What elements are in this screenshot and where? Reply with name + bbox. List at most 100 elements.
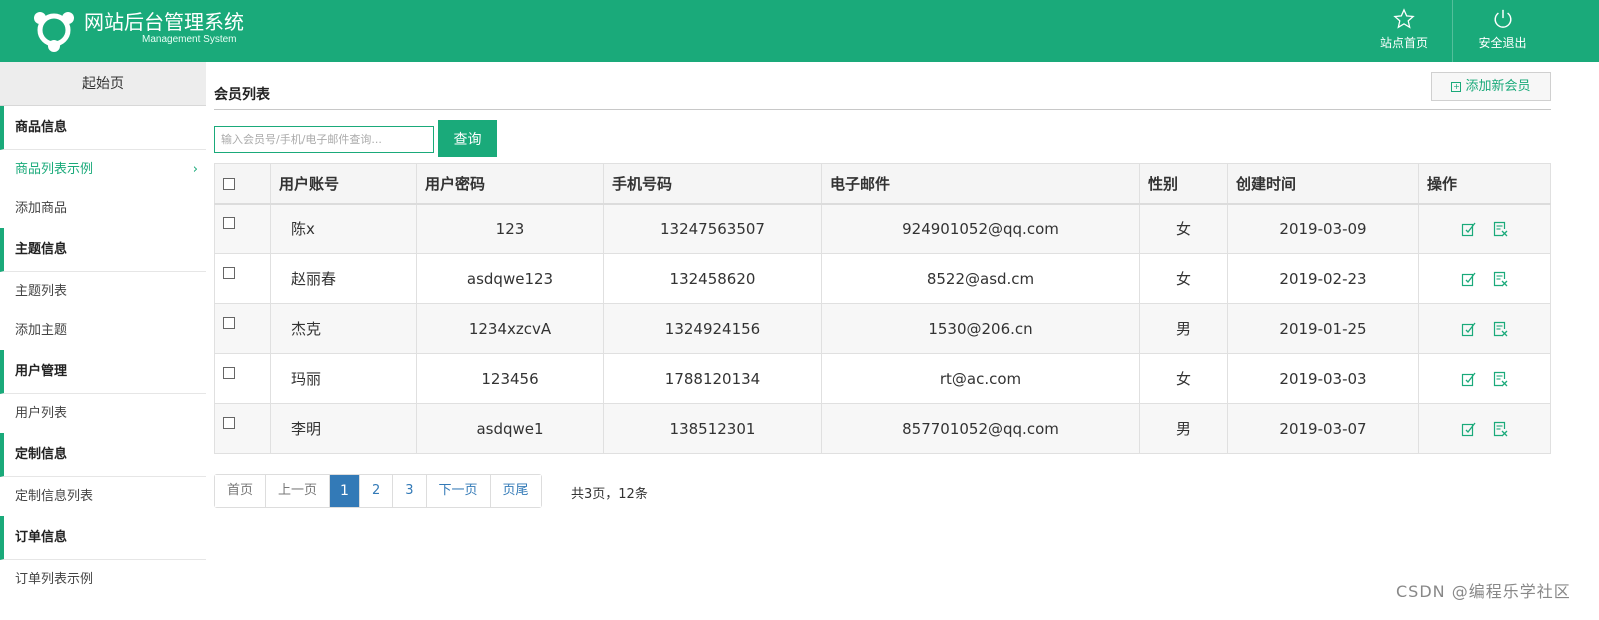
cell-actions: [1418, 403, 1551, 454]
cell-actions: [1418, 303, 1551, 354]
title-divider: [214, 109, 1551, 110]
cell-gender: 女: [1139, 253, 1228, 304]
cell-phone: 132458620: [603, 253, 822, 304]
cell-account: 陈x: [270, 203, 417, 254]
member-table: 用户账号 用户密码 手机号码 电子邮件 性别 创建时间 操作 陈x 123 13…: [214, 163, 1551, 454]
search-button[interactable]: 查询: [438, 120, 497, 157]
site-home-label: 站点首页: [1379, 36, 1428, 50]
edit-icon[interactable]: [1461, 221, 1477, 237]
col-header-email: 电子邮件: [821, 163, 1140, 205]
watermark: CSDN @编程乐学社区: [1396, 582, 1571, 601]
logo-icon: [34, 12, 74, 52]
sidebar-item-topic-list[interactable]: 主题列表: [0, 272, 206, 311]
page-first[interactable]: 首页: [215, 475, 266, 507]
cell-created: 2019-03-03: [1227, 353, 1419, 404]
add-member-button[interactable]: + 添加新会员: [1431, 72, 1551, 101]
cell-account: 赵丽春: [270, 253, 417, 304]
cell-phone: 1324924156: [603, 303, 822, 354]
row-checkbox[interactable]: [223, 417, 235, 429]
table-header-row: 用户账号 用户密码 手机号码 电子邮件 性别 创建时间 操作: [214, 163, 1551, 205]
cell-gender: 女: [1139, 353, 1228, 404]
sidebar-item-add-goods[interactable]: 添加商品: [0, 189, 206, 228]
select-all-checkbox[interactable]: [223, 177, 235, 190]
system-title: 网站后台管理系统: [84, 10, 244, 34]
sidebar-group-custom: 定制信息: [0, 433, 206, 477]
edit-icon[interactable]: [1461, 421, 1477, 437]
row-checkbox[interactable]: [223, 317, 235, 329]
sidebar-item-user-list[interactable]: 用户列表: [0, 394, 206, 433]
sidebar-start-page[interactable]: 起始页: [0, 62, 206, 106]
edit-icon[interactable]: [1461, 271, 1477, 287]
delete-icon[interactable]: [1492, 271, 1508, 287]
pagination: 首页 上一页 1 2 3 下一页 页尾: [214, 474, 542, 508]
sidebar-item-order-list[interactable]: 订单列表示例: [0, 560, 206, 599]
cell-actions: [1418, 353, 1551, 404]
page-3[interactable]: 3: [392, 475, 426, 507]
sidebar-group-orders: 订单信息: [0, 516, 206, 560]
cell-account: 李明: [270, 403, 417, 454]
edit-icon[interactable]: [1461, 321, 1477, 337]
search-input[interactable]: [214, 126, 434, 153]
cell-email: 1530@206.cn: [821, 303, 1140, 354]
logout-label: 安全退出: [1478, 36, 1527, 50]
cell-created: 2019-01-25: [1227, 303, 1419, 354]
cell-actions: [1418, 253, 1551, 304]
cell-email: 8522@asd.cm: [821, 253, 1140, 304]
row-select-cell: [214, 203, 271, 254]
cell-password: asdqwe1: [416, 403, 604, 454]
cell-password: 123456: [416, 353, 604, 404]
row-checkbox[interactable]: [223, 267, 235, 279]
page-last[interactable]: 页尾: [489, 475, 541, 507]
sidebar: 起始页 商品信息 商品列表示例 › 添加商品 主题信息 主题列表 添加主题 用户…: [0, 62, 206, 620]
row-select-cell: [214, 353, 271, 404]
delete-icon[interactable]: [1492, 221, 1508, 237]
sidebar-item-goods-list[interactable]: 商品列表示例 ›: [0, 150, 206, 189]
table-row: 李明 asdqwe1 138512301 857701052@qq.com 男 …: [214, 403, 1551, 454]
col-header-actions: 操作: [1418, 163, 1551, 205]
add-member-label: 添加新会员: [1465, 79, 1531, 94]
page-prev[interactable]: 上一页: [265, 475, 330, 507]
sidebar-item-custom-list[interactable]: 定制信息列表: [0, 477, 206, 516]
cell-password: 1234xzcvA: [416, 303, 604, 354]
delete-icon[interactable]: [1492, 371, 1508, 387]
table-row: 赵丽春 asdqwe123 132458620 8522@asd.cm 女 20…: [214, 253, 1551, 304]
system-subtitle: Management System: [142, 34, 237, 45]
pagination-info: 共3页，12条: [571, 487, 648, 502]
col-header-account: 用户账号: [270, 163, 417, 205]
cell-password: asdqwe123: [416, 253, 604, 304]
cell-password: 123: [416, 203, 604, 254]
delete-icon[interactable]: [1492, 421, 1508, 437]
cell-created: 2019-03-09: [1227, 203, 1419, 254]
logout-button[interactable]: 安全退出: [1452, 0, 1552, 62]
cell-actions: [1418, 203, 1551, 254]
cell-created: 2019-03-07: [1227, 403, 1419, 454]
col-header-created: 创建时间: [1227, 163, 1419, 205]
delete-icon[interactable]: [1492, 321, 1508, 337]
edit-icon[interactable]: [1461, 371, 1477, 387]
cell-email: 924901052@qq.com: [821, 203, 1140, 254]
sidebar-item-add-topic[interactable]: 添加主题: [0, 311, 206, 350]
col-header-password: 用户密码: [416, 163, 604, 205]
cell-created: 2019-02-23: [1227, 253, 1419, 304]
chevron-right-icon: ›: [192, 162, 198, 177]
col-header-gender: 性别: [1139, 163, 1228, 205]
cell-account: 杰克: [270, 303, 417, 354]
cell-gender: 女: [1139, 203, 1228, 254]
cell-phone: 13247563507: [603, 203, 822, 254]
table-row: 玛丽 123456 1788120134 rt@ac.com 女 2019-03…: [214, 353, 1551, 404]
cell-email: rt@ac.com: [821, 353, 1140, 404]
cell-gender: 男: [1139, 303, 1228, 354]
row-select-cell: [214, 403, 271, 454]
site-home-button[interactable]: 站点首页: [1354, 0, 1454, 62]
row-checkbox[interactable]: [223, 217, 235, 230]
page-next[interactable]: 下一页: [425, 475, 490, 507]
sidebar-item-label: 商品列表示例: [15, 162, 94, 177]
power-icon: [1493, 9, 1512, 28]
page-1[interactable]: 1: [329, 475, 359, 507]
row-checkbox[interactable]: [223, 367, 235, 379]
cell-email: 857701052@qq.com: [821, 403, 1140, 454]
page-2[interactable]: 2: [358, 475, 393, 507]
cell-gender: 男: [1139, 403, 1228, 454]
star-icon: [1393, 8, 1415, 29]
cell-phone: 1788120134: [603, 353, 822, 404]
